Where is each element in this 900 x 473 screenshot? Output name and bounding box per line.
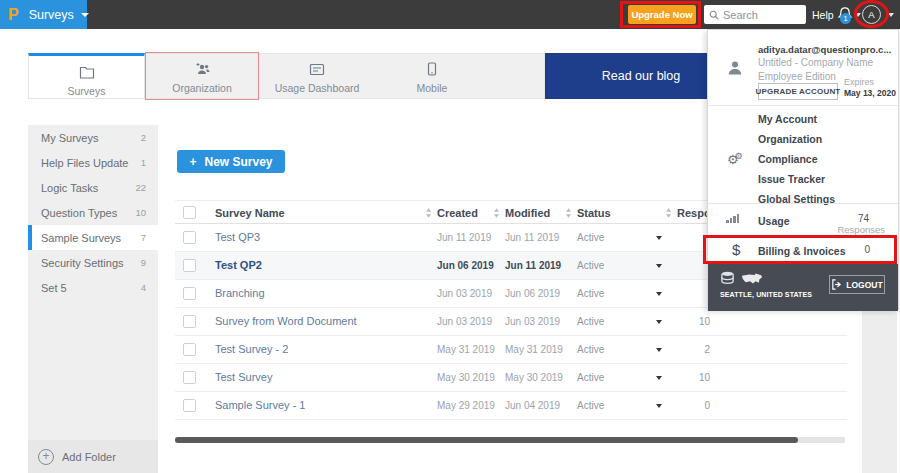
row-checkbox[interactable] [183,259,196,272]
table-row[interactable]: Survey from Word DocumentJun 03 2019Jun … [175,308,847,336]
menu-item-organization[interactable]: Organization [758,133,822,145]
sort-icon[interactable] [425,208,432,218]
divider [708,203,898,204]
server-icon [720,271,735,286]
status-dropdown-icon[interactable] [656,292,662,296]
col-created[interactable]: Created [437,207,478,219]
sidebar-item-security-settings[interactable]: Security Settings9 [28,250,158,275]
sort-icon[interactable] [665,208,672,218]
row-checkbox[interactable] [183,343,196,356]
sidebar-item-my-surveys[interactable]: My Surveys2 [28,125,158,150]
menu-item-issue-tracker[interactable]: Issue Tracker [758,173,825,185]
table-row[interactable]: Sample Survey - 1May 29 2019Jun 04 2019A… [175,392,847,420]
col-survey-name: Survey Name [215,207,285,219]
questionpro-logo: P [8,6,19,24]
user-icon [727,60,743,80]
sidebar-item-question-types[interactable]: Question Types10 [28,200,158,225]
search-placeholder: Search [723,9,758,21]
status-dropdown-icon[interactable] [656,404,662,408]
logout-icon [831,279,842,290]
folder-icon [29,65,144,83]
datacenter-location: SEATTLE, UNITED STATES [720,291,812,298]
folders-sidebar: My Surveys2 Help Files Update1 Logic Tas… [28,125,158,440]
status-dropdown-icon[interactable] [656,376,662,380]
col-modified[interactable]: Modified [505,207,550,219]
add-folder-button[interactable]: + Add Folder [28,440,158,473]
expires-date: May 13, 2020 [844,88,896,98]
notification-count-badge: 1 [840,13,851,24]
sort-icon[interactable] [565,208,572,218]
annotation-organization-box [145,52,259,100]
usa-map-icon [741,272,763,286]
menu-item-compliance[interactable]: Compliance [758,153,818,165]
account-menu-panel: aditya.datar@questionpro.c... Untitled -… [707,29,899,310]
new-survey-button[interactable]: + New Survey [177,150,285,173]
tab-label: Surveys [29,85,144,97]
usage-value: 74 [858,213,869,224]
sidebar-item-logic-tasks[interactable]: Logic Tasks22 [28,175,158,200]
status-dropdown-icon[interactable] [656,236,662,240]
account-email: aditya.datar@questionpro.c... [758,44,891,55]
tab-mobile[interactable]: Mobile [375,53,489,99]
gears-icon: ⚙⚙ [727,152,747,167]
select-all-checkbox[interactable] [183,206,196,219]
sidebar-item-sample-surveys[interactable]: Sample Surveys7 [28,225,158,250]
usage-unit: Responses [837,224,885,235]
chevron-down-icon [81,13,89,17]
row-checkbox[interactable] [183,287,196,300]
annotation-upgrade-box [620,1,701,28]
status-dropdown-icon[interactable] [656,264,662,268]
tab-label: Usage Dashboard [259,82,375,94]
help-link[interactable]: Help [812,9,834,21]
annotation-avatar-ellipse [854,0,889,28]
menu-item-usage[interactable]: Usage [758,215,790,227]
status-dropdown-icon[interactable] [656,348,662,352]
row-checkbox[interactable] [183,231,196,244]
tab-surveys[interactable]: Surveys [28,53,145,99]
annotation-billing-box [703,235,897,264]
sort-icon[interactable] [493,208,500,218]
sidebar-item-help-files-update[interactable]: Help Files Update1 [28,150,158,175]
upgrade-account-button[interactable]: UPGRADE ACCOUNT [758,83,838,100]
usage-bars-icon [726,214,739,223]
mobile-icon [375,62,489,80]
search-input[interactable]: Search [704,5,806,24]
row-checkbox[interactable] [183,315,196,328]
plus-circle-icon: + [38,449,54,465]
logout-button[interactable]: LOGOUT [829,275,885,294]
menu-item-my-account[interactable]: My Account [758,113,817,125]
account-footer: SEATTLE, UNITED STATES LOGOUT [708,264,898,311]
search-icon [709,10,719,20]
divider [708,105,898,106]
table-row[interactable]: Test Survey - 2May 31 2019May 31 2019Act… [175,336,847,364]
account-company: Untitled - Company Name [758,57,873,68]
table-row[interactable]: Test SurveyMay 30 2019May 30 2019Active1… [175,364,847,392]
row-checkbox[interactable] [183,371,196,384]
tab-usage-dashboard[interactable]: Usage Dashboard [259,53,375,99]
tab-label: Mobile [375,82,489,94]
horizontal-scrollbar-thumb[interactable] [175,437,798,443]
top-bar: P Surveys Upgrade Now Search Help 1 A [0,0,900,29]
sidebar-item-set-5[interactable]: Set 54 [28,275,158,300]
account-edition: Employee Edition [758,71,836,82]
app-switcher[interactable]: P Surveys [0,0,87,29]
product-name: Surveys [29,8,74,22]
row-checkbox[interactable] [183,399,196,412]
col-status[interactable]: Status [577,207,611,219]
expires-label: Expires [844,77,874,87]
dashboard-icon [259,62,375,80]
status-dropdown-icon[interactable] [656,320,662,324]
